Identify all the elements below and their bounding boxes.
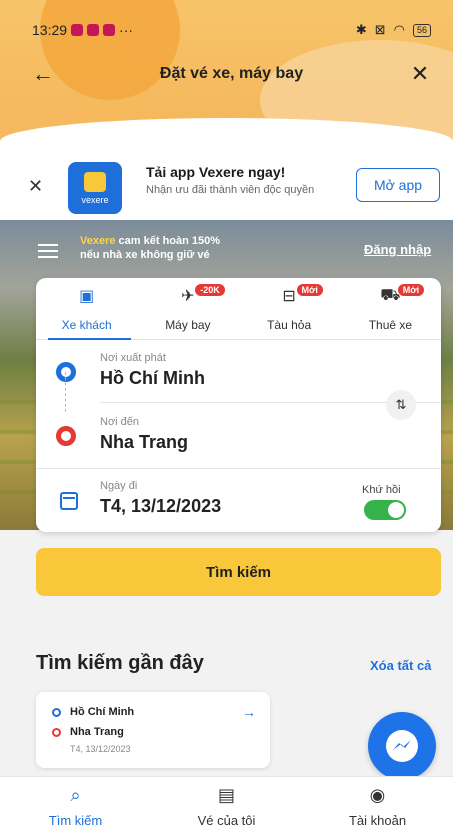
clear-all-link[interactable]: Xóa tất cả (370, 658, 431, 673)
tab-bus[interactable]: ▣ Xe khách (36, 278, 137, 340)
ticket-icon: ▤ (217, 785, 235, 805)
origin-icon (52, 708, 61, 717)
round-trip-toggle[interactable] (364, 500, 406, 520)
menu-icon[interactable] (38, 240, 58, 262)
calendar-icon (60, 492, 78, 510)
vexere-logo: vexere (68, 162, 122, 214)
recent-search-item[interactable]: Hồ Chí Minh → Nha Trang T4, 13/12/2023 (36, 692, 270, 768)
swap-icon[interactable]: ⇅ (386, 390, 416, 420)
transport-tabs: ▣ Xe khách ✈ -20K Máy bay ⊟ Mới Tàu hỏa … (36, 278, 441, 340)
bluetooth-icon: ✱ (355, 22, 367, 37)
recent-searches-title: Tìm kiếm gần đây (36, 652, 204, 674)
app-screen: 13:29 ··· ✱ ⊠ ◠ 56 ← Đặt vé xe, máy bay … (0, 0, 453, 834)
open-app-button[interactable]: Mở app (356, 168, 440, 202)
notification-icon (71, 24, 84, 36)
bottom-nav: ⌕ Tìm kiếm ▤ Vé của tôi ◉ Tài khoản (0, 776, 453, 834)
bus-icon (84, 171, 106, 192)
guarantee-text: Vexere cam kết hoàn 150% nếu nhà xe khôn… (80, 235, 221, 261)
destination-label: Nơi đến (100, 416, 140, 428)
messenger-icon[interactable] (368, 712, 436, 780)
notification-icon (103, 24, 116, 36)
train-icon: ⊟ (282, 288, 296, 305)
new-badge: Mới (296, 284, 323, 296)
tab-train[interactable]: ⊟ Mới Tàu hỏa (239, 278, 340, 339)
nav-my-tickets[interactable]: ▤ Vé của tôi (151, 777, 302, 834)
search-icon: ⌕ (70, 785, 81, 805)
arrow-right-icon: → (242, 704, 256, 720)
nav-search[interactable]: ⌕ Tìm kiếm (0, 777, 151, 834)
close-icon[interactable]: ✕ (407, 61, 433, 87)
promo-subtitle: Nhận ưu đãi thành viên độc quyền (146, 184, 315, 196)
logo-text: vexere (81, 194, 109, 205)
bus-icon: ▣ (79, 288, 95, 305)
battery-icon: 56 (412, 23, 431, 37)
brand-name: Vexere (80, 235, 116, 247)
user-icon: ◉ (369, 785, 386, 805)
recent-destination: Nha Trang (70, 726, 124, 738)
destination-icon (52, 728, 61, 737)
destination-field[interactable]: Nha Trang (100, 432, 188, 453)
promo-title: Tải app Vexere ngay! (146, 164, 286, 180)
new-badge: Mới (397, 284, 425, 296)
origin-label: Nơi xuất phát (100, 352, 166, 364)
recent-origin: Hồ Chí Minh (70, 706, 135, 718)
date-field[interactable]: T4, 13/12/2023 (100, 496, 221, 517)
app-promo-banner: ✕ vexere Tải app Vexere ngay! Nhận ưu đã… (0, 118, 453, 228)
notification-icon (87, 24, 100, 36)
wifi-icon: ◠ (393, 22, 405, 37)
status-bar: 13:29 ··· ✱ ⊠ ◠ 56 (32, 18, 431, 42)
tab-flight[interactable]: ✈ -20K Máy bay (137, 278, 238, 339)
tab-car-rental[interactable]: ⛟ Mới Thuê xe (340, 278, 441, 339)
round-trip-label: Khứ hồi (362, 484, 401, 496)
close-icon[interactable]: ✕ (28, 176, 43, 197)
search-button[interactable]: Tìm kiếm (36, 548, 441, 596)
mute-icon: ⊠ (374, 22, 386, 37)
clock: 13:29 (32, 22, 68, 38)
date-label: Ngày đi (100, 480, 138, 492)
nav-account[interactable]: ◉ Tài khoản (302, 777, 453, 834)
search-card: ▣ Xe khách ✈ -20K Máy bay ⊟ Mới Tàu hỏa … (36, 278, 441, 532)
plane-icon: ✈ (181, 288, 195, 305)
arrow-left-icon[interactable]: ← (30, 61, 56, 87)
origin-icon (56, 362, 76, 382)
discount-badge: -20K (195, 284, 225, 296)
more-notifications: ··· (119, 22, 134, 38)
login-link[interactable]: Đăng nhập (364, 242, 431, 257)
recent-date: T4, 13/12/2023 (70, 744, 131, 754)
top-nav: ← Đặt vé xe, máy bay ✕ (30, 60, 433, 88)
origin-field[interactable]: Hồ Chí Minh (100, 368, 205, 389)
destination-icon (56, 426, 76, 446)
page-title: Đặt vé xe, máy bay (159, 65, 304, 82)
